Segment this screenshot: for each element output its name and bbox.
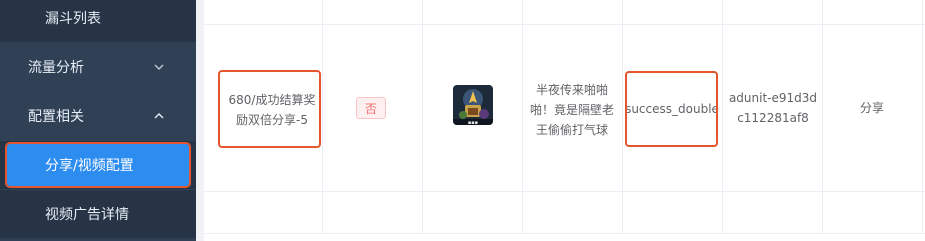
sidebar-item-share-video-config[interactable]: 分享/视频配置 — [5, 142, 191, 188]
column-divider — [922, 0, 923, 233]
chevron-up-icon — [154, 111, 164, 121]
column-divider — [322, 0, 323, 233]
game-thumbnail-image: ▪▪▪ — [453, 85, 493, 125]
chevron-down-icon — [154, 62, 164, 72]
column-divider — [622, 0, 623, 233]
sidebar-item-label: 视频广告详情 — [45, 207, 129, 223]
row-ad-unit: adunit-e91d3dc112281af8 — [728, 91, 818, 125]
sidebar-item-funnel-list[interactable]: 漏斗列表 — [0, 0, 196, 42]
row-type: 分享 — [859, 101, 884, 115]
row-type-cell: 分享 — [823, 96, 921, 120]
column-divider — [722, 0, 723, 233]
status-badge: 否 — [356, 97, 386, 119]
name-highlight-box — [218, 70, 321, 148]
row-divider — [204, 24, 925, 25]
key-highlight-box — [625, 71, 718, 147]
column-divider — [422, 0, 423, 233]
sidebar-item-label: 漏斗列表 — [45, 11, 101, 27]
sidebar-item-label: 配置相关 — [28, 109, 84, 125]
sidebar-item-video-ad-detail[interactable]: 视频广告详情 — [0, 190, 196, 238]
row-divider — [204, 191, 925, 192]
row-title-cell: 半夜传来啪啪啪！竟是隔壁老王偷偷打气球 — [526, 80, 618, 140]
sidebar-menu: 漏斗列表 流量分析 配置相关 分享/视频配置 视频广告详情 — [0, 0, 196, 241]
sidebar-item-config[interactable]: 配置相关 — [0, 92, 196, 140]
status-badge-label: 否 — [364, 101, 377, 116]
column-divider — [522, 0, 523, 233]
row-title: 半夜传来啪啪啪！竟是隔壁老王偷偷打气球 — [529, 83, 614, 137]
sidebar-item-label: 流量分析 — [28, 60, 84, 76]
row-divider — [204, 233, 925, 234]
sidebar-item-traffic-analysis[interactable]: 流量分析 — [0, 43, 196, 91]
row-ad-unit-cell: adunit-e91d3dc112281af8 — [726, 88, 820, 128]
svg-text:▪▪▪: ▪▪▪ — [468, 120, 478, 125]
sidebar-item-label: 分享/视频配置 — [45, 158, 134, 174]
